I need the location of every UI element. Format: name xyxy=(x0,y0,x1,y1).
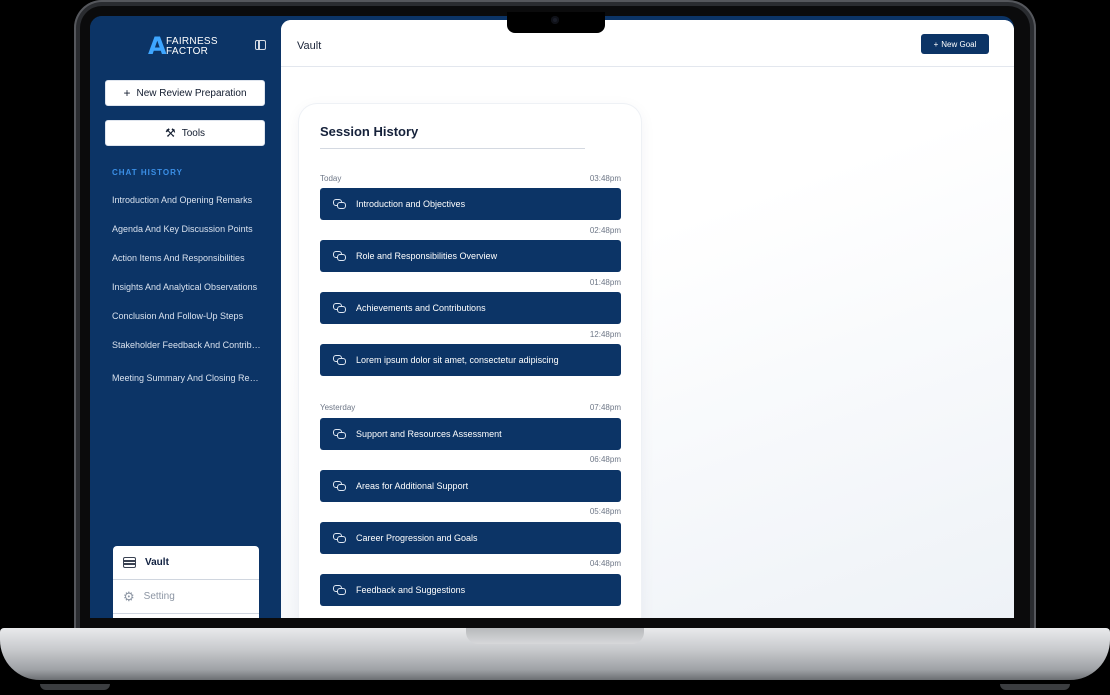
session-time: 04:48pm xyxy=(589,559,621,568)
session-time-row: 06:48pm xyxy=(320,455,621,464)
chat-history-list: Introduction And Opening Remarks Agenda … xyxy=(112,194,262,401)
nav-vault-label: Vault xyxy=(145,557,169,568)
camera-notch xyxy=(507,12,605,33)
sidebar-collapse-icon[interactable] xyxy=(255,40,266,50)
chat-bubbles-icon xyxy=(333,302,346,314)
laptop-groove xyxy=(466,628,644,644)
chat-history-heading: CHAT HISTORY xyxy=(112,168,183,177)
session-title: Areas for Additional Support xyxy=(356,481,469,491)
chat-bubbles-icon xyxy=(333,480,346,492)
logo-line2: FACTOR xyxy=(166,46,209,57)
group-header: Yesterday 07:48pm xyxy=(320,403,621,412)
vault-icon xyxy=(123,557,136,568)
tools-icon: ⚒ xyxy=(164,126,176,140)
session-item[interactable]: Feedback and Suggestions xyxy=(320,574,621,606)
session-item[interactable]: Achievements and Contributions xyxy=(320,292,621,324)
chat-history-item[interactable]: Agenda And Key Discussion Points xyxy=(112,223,262,252)
session-time-row: 05:48pm xyxy=(320,507,621,516)
chat-bubbles-icon xyxy=(333,428,346,440)
session-item[interactable]: Career Progression and Goals xyxy=(320,522,621,554)
camera-icon xyxy=(551,16,559,24)
session-title: Lorem ipsum dolor sit amet, consectetur … xyxy=(356,355,559,365)
session-title: Achievements and Contributions xyxy=(356,303,486,313)
logo-mark: A xyxy=(148,32,167,60)
chat-history-item[interactable]: Insights And Analytical Observations xyxy=(112,281,262,310)
plus-icon: + xyxy=(933,39,939,49)
session-time: 07:48pm xyxy=(589,403,621,412)
main-content: Vault + New Goal Session History Today 0… xyxy=(281,20,1014,618)
session-time: 01:48pm xyxy=(589,278,621,287)
brand-logo[interactable]: A FAIRNESS FACTOR xyxy=(148,34,220,58)
session-title: Feedback and Suggestions xyxy=(356,585,466,595)
chat-bubbles-icon xyxy=(333,584,346,596)
session-time: 02:48pm xyxy=(589,226,621,235)
session-time-row: 01:48pm xyxy=(320,278,621,287)
group-label: Yesterday xyxy=(320,403,356,412)
session-title: Introduction and Objectives xyxy=(356,199,466,209)
laptop-foot xyxy=(40,684,110,690)
bottom-nav: Vault ⚙ Setting xyxy=(113,546,259,618)
new-review-preparation-button[interactable]: + New Review Preparation xyxy=(105,80,265,106)
session-item[interactable]: Areas for Additional Support xyxy=(320,470,621,502)
new-goal-button[interactable]: + New Goal xyxy=(921,34,989,54)
chat-bubbles-icon xyxy=(333,198,346,210)
new-goal-label: New Goal xyxy=(941,39,977,49)
session-title: Career Progression and Goals xyxy=(356,533,478,543)
session-time: 03:48pm xyxy=(589,174,621,183)
session-history-title: Session History xyxy=(320,124,419,139)
laptop-foot xyxy=(1000,684,1070,690)
session-time: 05:48pm xyxy=(589,507,621,516)
session-item[interactable]: Lorem ipsum dolor sit amet, consectetur … xyxy=(320,344,621,376)
chat-bubbles-icon xyxy=(333,532,346,544)
nav-item-vault[interactable]: Vault xyxy=(113,546,259,580)
session-title: Role and Responsibilities Overview xyxy=(356,251,498,261)
divider xyxy=(320,148,585,149)
app-screen: A FAIRNESS FACTOR + New Review Preparati… xyxy=(90,16,1014,618)
tools-button[interactable]: ⚒ Tools xyxy=(105,120,265,146)
chat-history-item[interactable]: Action Items And Responsibilities xyxy=(112,252,262,281)
gear-icon: ⚙ xyxy=(123,588,135,604)
session-item[interactable]: Introduction and Objectives xyxy=(320,188,621,220)
session-item[interactable]: Support and Resources Assessment xyxy=(320,418,621,450)
chat-bubbles-icon xyxy=(333,354,346,366)
group-header: Today 03:48pm xyxy=(320,174,621,183)
page-title: Vault xyxy=(297,40,322,52)
nav-item-setting[interactable]: ⚙ Setting xyxy=(113,580,259,614)
chat-history-item[interactable]: Conclusion And Follow-Up Steps xyxy=(112,310,262,339)
session-time-row: 12:48pm xyxy=(320,330,621,339)
chat-bubbles-icon xyxy=(333,250,346,262)
plus-icon: + xyxy=(123,86,131,100)
new-review-label: New Review Preparation xyxy=(136,87,247,99)
session-history-card: Session History Today 03:48pm Introducti… xyxy=(299,104,641,618)
session-time-row: 04:48pm xyxy=(320,559,621,568)
top-bar: Vault + New Goal xyxy=(281,20,1014,67)
nav-setting-label: Setting xyxy=(143,591,175,602)
sidebar: A FAIRNESS FACTOR + New Review Preparati… xyxy=(90,16,281,618)
chat-history-item[interactable]: Meeting Summary And Closing Remarks xyxy=(112,372,262,401)
session-title: Support and Resources Assessment xyxy=(356,429,502,439)
tools-label: Tools xyxy=(181,127,206,139)
session-item[interactable]: Role and Responsibilities Overview xyxy=(320,240,621,272)
group-label: Today xyxy=(320,174,342,183)
chat-history-item[interactable]: Introduction And Opening Remarks xyxy=(112,194,262,223)
session-time: 06:48pm xyxy=(589,455,621,464)
session-time: 12:48pm xyxy=(589,330,621,339)
chat-history-item[interactable]: Stakeholder Feedback And Contributions xyxy=(112,339,262,368)
session-time-row: 02:48pm xyxy=(320,226,621,235)
laptop-base xyxy=(0,628,1110,680)
